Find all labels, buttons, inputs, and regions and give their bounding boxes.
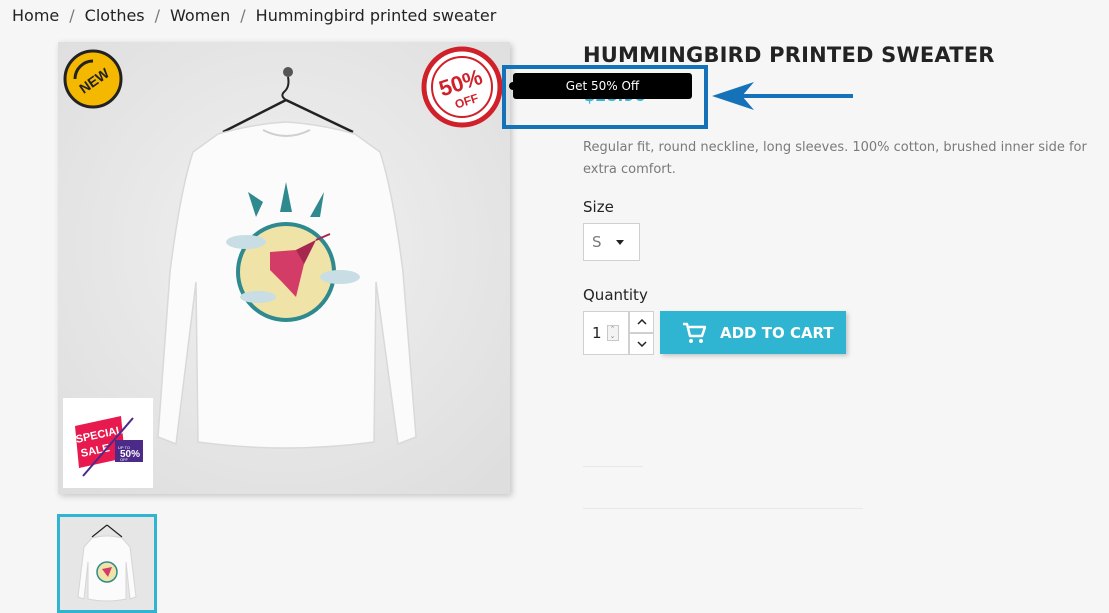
breadcrumb-separator: / — [240, 6, 246, 25]
product-thumbnail[interactable] — [57, 514, 157, 613]
special-sale-off: OFF — [120, 457, 129, 462]
quantity-label: Quantity — [583, 286, 648, 304]
breadcrumb-women[interactable]: Women — [170, 6, 230, 25]
breadcrumb-current: Hummingbird printed sweater — [255, 6, 497, 25]
chevron-down-icon — [615, 239, 624, 245]
quantity-decrement-button[interactable] — [629, 333, 654, 355]
discount-stamp-badge: 50% OFF — [421, 46, 503, 128]
breadcrumb: Home / Clothes / Women / Hummingbird pri… — [12, 6, 496, 25]
size-label: Size — [583, 198, 614, 216]
chevron-up-icon — [636, 319, 647, 325]
quantity-increment-button[interactable] — [629, 311, 654, 333]
add-to-cart-button[interactable]: ADD TO CART — [660, 311, 846, 354]
shopping-cart-icon — [683, 322, 706, 343]
thumbnail-image — [60, 517, 154, 610]
divider — [583, 466, 643, 467]
new-sticker-badge: NEW — [63, 49, 123, 109]
divider — [583, 508, 863, 509]
add-to-cart-label: ADD TO CART — [720, 323, 834, 342]
breadcrumb-home[interactable]: Home — [12, 6, 59, 25]
special-sale-badge: SPECIAL SALE UP TO 50% OFF — [63, 398, 153, 488]
quantity-input[interactable]: 1 ⌃ ⌄ — [583, 311, 629, 355]
chevron-down-icon — [636, 341, 647, 347]
size-selected-value: S — [592, 233, 602, 251]
quantity-value: 1 — [592, 324, 602, 342]
quantity-stepper: 1 ⌃ ⌄ — [583, 311, 654, 355]
size-select[interactable]: S — [583, 223, 640, 261]
spinner-icon[interactable]: ⌃ ⌄ — [606, 325, 619, 341]
product-description: Regular fit, round neckline, long sleeve… — [583, 140, 1087, 177]
breadcrumb-separator: / — [154, 6, 161, 25]
annotation-highlight-box — [502, 65, 708, 129]
arrow-left-icon — [712, 82, 853, 110]
breadcrumb-clothes[interactable]: Clothes — [85, 6, 145, 25]
product-title: HUMMINGBIRD PRINTED SWEATER — [583, 43, 995, 67]
breadcrumb-separator: / — [69, 6, 75, 25]
